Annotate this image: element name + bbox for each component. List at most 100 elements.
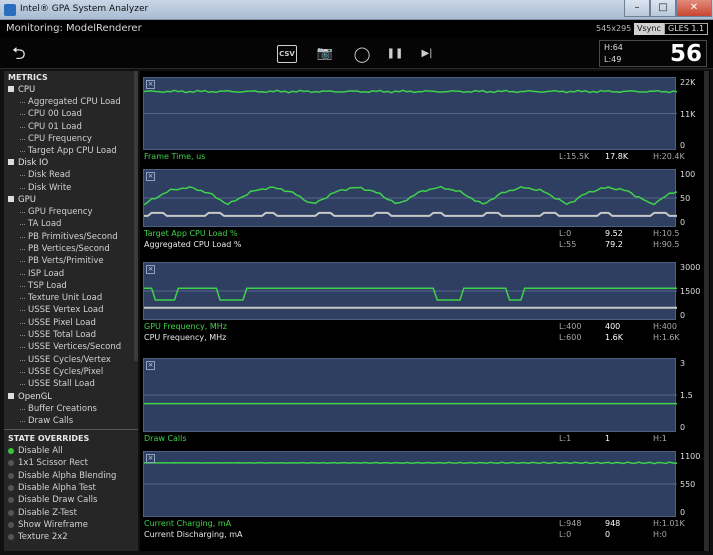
series-line-green bbox=[144, 287, 677, 301]
close-graph-icon[interactable]: × bbox=[146, 80, 155, 89]
metric-group-opengl[interactable]: OpenGL bbox=[4, 391, 138, 403]
state-override-item[interactable]: Disable Alpha Test bbox=[4, 482, 138, 494]
minimize-button[interactable]: – bbox=[624, 0, 650, 17]
metric-item[interactable]: ISP Load bbox=[4, 268, 138, 280]
metric-stat-row: GPU Frequency, MHz L:400 400 H:400 bbox=[143, 321, 677, 332]
record-icon[interactable]: ◯ bbox=[352, 45, 372, 63]
state-override-item[interactable]: Disable Z-Test bbox=[4, 507, 138, 519]
metric-group-cpu[interactable]: CPU bbox=[4, 84, 138, 96]
metric-current: 1.6K bbox=[605, 333, 623, 342]
y-tick-label: 1500 bbox=[680, 287, 701, 296]
metric-stat-row: Frame Time, us L:15.5K 17.8K H:20.4K bbox=[143, 151, 685, 162]
toolbar: ⮌ CSV 📷 ◯ ❚❚ ▶| H:64 L:49 56 bbox=[0, 38, 713, 69]
state-override-label: Texture 2x2 bbox=[18, 532, 68, 543]
metric-current: 400 bbox=[605, 322, 621, 331]
metric-item[interactable]: USSE Pixel Load bbox=[4, 317, 138, 329]
csv-export-icon[interactable]: CSV bbox=[277, 45, 297, 63]
state-override-item[interactable]: Disable Alpha Blending bbox=[4, 470, 138, 482]
metric-current: 79.2 bbox=[605, 240, 623, 249]
pause-icon[interactable]: ❚❚ bbox=[385, 45, 405, 63]
state-override-item[interactable]: Show Wireframe bbox=[4, 519, 138, 531]
close-graph-icon[interactable]: × bbox=[146, 265, 155, 274]
inactive-dot-icon bbox=[8, 472, 14, 479]
state-override-label: Disable All bbox=[18, 446, 63, 457]
metric-item[interactable]: USSE Vertex Load bbox=[4, 304, 138, 316]
state-override-label: Disable Draw Calls bbox=[18, 495, 98, 506]
metric-low: L:400 bbox=[559, 322, 582, 331]
metric-item[interactable]: PB Vertices/Second bbox=[4, 243, 138, 255]
metric-group-disk-io[interactable]: Disk IO bbox=[4, 157, 138, 169]
maximize-button[interactable]: □ bbox=[650, 0, 676, 17]
state-override-item[interactable]: 1x1 Scissor Rect bbox=[4, 457, 138, 469]
y-tick-label: 11K bbox=[680, 109, 696, 119]
metric-item[interactable]: USSE Stall Load bbox=[4, 378, 138, 390]
state-overrides-header: STATE OVERRIDES bbox=[8, 434, 90, 444]
metric-item[interactable]: Target App CPU Load bbox=[4, 145, 138, 157]
sidebar-divider bbox=[4, 429, 138, 431]
collapse-square-icon bbox=[8, 196, 14, 203]
metric-label: Target App CPU Load % bbox=[144, 229, 238, 238]
y-tick-label: 0 bbox=[680, 141, 686, 150]
graph-canvas bbox=[144, 89, 677, 114]
active-dot-icon bbox=[8, 448, 14, 455]
metric-item[interactable]: USSE Cycles/Vertex bbox=[4, 354, 138, 366]
metric-item[interactable]: Draw Calls bbox=[4, 415, 138, 427]
y-tick-label: 22K bbox=[680, 78, 696, 87]
state-override-item[interactable]: Disable All bbox=[4, 445, 138, 457]
step-forward-icon[interactable]: ▶| bbox=[417, 45, 437, 63]
metric-item[interactable]: USSE Vertices/Second bbox=[4, 341, 138, 353]
metric-item[interactable]: TSP Load bbox=[4, 280, 138, 292]
fps-value: 56 bbox=[669, 41, 702, 67]
state-override-label: Disable Alpha Blending bbox=[18, 470, 117, 481]
metric-item[interactable]: Texture Unit Load bbox=[4, 292, 138, 304]
metric-item[interactable]: Disk Read bbox=[4, 169, 138, 181]
graphs-area: × 22K 11K 0 Frame Time, us L:15.5K 17.8K H:20.4… bbox=[140, 71, 710, 551]
inactive-dot-icon bbox=[8, 485, 14, 492]
y-tick-label: 0 bbox=[680, 423, 686, 432]
state-override-label: Show Wireframe bbox=[18, 519, 88, 530]
metric-label: Draw Calls bbox=[144, 434, 187, 443]
metric-item[interactable]: CPU 01 Load bbox=[4, 121, 138, 133]
metric-item[interactable]: Aggregated CPU Load bbox=[4, 96, 138, 108]
metric-label: CPU Frequency, MHz bbox=[144, 333, 227, 342]
y-tick-label: 0 bbox=[680, 218, 686, 227]
close-graph-icon[interactable]: × bbox=[146, 172, 155, 181]
camera-icon[interactable]: 📷 bbox=[315, 45, 335, 63]
metric-item[interactable]: USSE Total Load bbox=[4, 329, 138, 341]
metric-label: Current Discharging, mA bbox=[144, 530, 243, 539]
metric-group-gpu[interactable]: GPU bbox=[4, 194, 138, 206]
metric-item[interactable]: GPU Frequency bbox=[4, 206, 138, 218]
close-graph-icon[interactable]: × bbox=[146, 361, 155, 370]
metric-label: Aggregated CPU Load % bbox=[144, 240, 242, 249]
metric-label: Frame Time, us bbox=[144, 152, 206, 161]
metric-item[interactable]: TA Load bbox=[4, 218, 138, 230]
metric-item[interactable]: PB Primitives/Second bbox=[4, 231, 138, 243]
sidebar-scrollbar[interactable] bbox=[134, 71, 138, 361]
metric-high: H:90.5 bbox=[653, 240, 680, 249]
y-tick-label: 1100 bbox=[680, 452, 701, 461]
back-icon[interactable]: ⮌ bbox=[12, 44, 34, 64]
close-button[interactable]: ✕ bbox=[676, 0, 712, 17]
metric-stat-row: CPU Frequency, MHz L:600 1.6K H:1.6K bbox=[143, 332, 680, 343]
vsync-toggle[interactable]: Vsync bbox=[634, 23, 664, 35]
metric-high: H:1.6K bbox=[653, 333, 680, 342]
graphs-scrollbar[interactable] bbox=[704, 71, 709, 551]
metric-item[interactable]: Disk Write bbox=[4, 182, 138, 194]
metric-group-label: OpenGL bbox=[18, 391, 53, 402]
state-override-item[interactable]: Texture 2x2 bbox=[4, 531, 138, 543]
graph-plot: × bbox=[143, 358, 677, 432]
graph-plot: × bbox=[143, 169, 677, 227]
metric-low: L:55 bbox=[559, 240, 577, 249]
metric-item[interactable]: CPU 00 Load bbox=[4, 108, 138, 120]
y-tick-label: 50 bbox=[680, 194, 691, 203]
metrics-header: METRICS bbox=[8, 73, 48, 82]
metric-item[interactable]: CPU Frequency bbox=[4, 133, 138, 145]
state-override-label: Disable Alpha Test bbox=[18, 483, 96, 494]
collapse-square-icon bbox=[8, 159, 14, 166]
metric-item[interactable]: Buffer Creations bbox=[4, 403, 138, 415]
y-tick-label: 1.5 bbox=[680, 391, 693, 400]
close-graph-icon[interactable]: × bbox=[146, 454, 155, 463]
metric-item[interactable]: PB Verts/Primitive bbox=[4, 255, 138, 267]
metric-item[interactable]: USSE Cycles/Pixel bbox=[4, 366, 138, 378]
state-override-item[interactable]: Disable Draw Calls bbox=[4, 494, 138, 506]
